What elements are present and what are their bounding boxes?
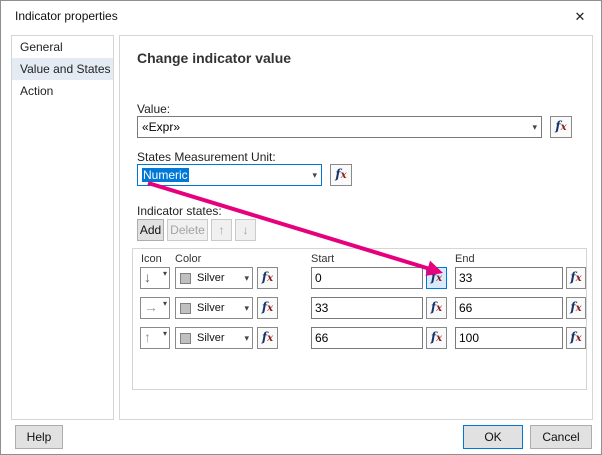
color-name: Silver [197,332,225,344]
indicator-states-label: Indicator states: [137,204,222,218]
start-input[interactable] [311,327,423,349]
end-fx-button[interactable]: fx [566,297,586,319]
table-row: → ▾ Silver ▾ fx fx fx [133,297,586,319]
move-up-button[interactable]: ↑ [211,219,232,241]
value-combobox-text: «Expr» [142,120,181,134]
fx-icon-sub: x [267,333,274,344]
chevron-down-icon: ▾ [162,329,167,338]
value-label: Value: [137,102,171,116]
help-button[interactable]: Help [15,425,63,449]
start-fx-button[interactable]: fx [426,297,447,319]
page-title: Change indicator value [137,50,292,66]
icon-dropdown[interactable]: ↓ ▾ [140,267,170,289]
ok-button[interactable]: OK [463,425,523,449]
cancel-button[interactable]: Cancel [530,425,592,449]
color-dropdown[interactable]: Silver ▾ [175,297,253,319]
end-input[interactable] [455,267,563,289]
silver-color-swatch [180,273,191,284]
add-button[interactable]: Add [137,219,164,241]
main-panel: Change indicator value Value: «Expr» ▾ f… [119,35,593,420]
dialog-title: Indicator properties [15,9,118,23]
fx-icon-sub: x [575,303,582,314]
sidebar-item-general[interactable]: General [12,36,113,58]
color-name: Silver [197,272,225,284]
silver-color-swatch [180,333,191,344]
fx-icon-sub: x [575,333,582,344]
fx-icon-sub: x [436,333,443,344]
chevron-down-icon: ▾ [312,170,317,180]
chevron-down-icon: ▾ [162,269,167,278]
column-header-start: Start [311,253,335,265]
chevron-down-icon: ▾ [244,303,249,313]
value-expression-fx-button[interactable]: fx [550,116,572,138]
indicator-states-table: Icon Color Start End ↓ ▾ Silver ▾ fx fx [132,248,587,390]
close-icon[interactable]: ✕ [571,8,589,26]
color-dropdown[interactable]: Silver ▾ [175,267,253,289]
indicator-properties-dialog: Indicator properties ✕ General Value and… [0,0,602,455]
column-header-end: End [455,253,475,265]
table-row: ↑ ▾ Silver ▾ fx fx fx [133,327,586,349]
chevron-down-icon: ▾ [532,122,537,132]
unit-label: States Measurement Unit: [137,150,276,164]
sidebar: General Value and States Action [11,35,114,420]
chevron-down-icon: ▾ [162,299,167,308]
fx-icon-sub: x [436,303,443,314]
end-input[interactable] [455,297,563,319]
right-arrow-icon: → [144,299,158,315]
start-fx-button[interactable]: fx [426,267,447,289]
title-bar: Indicator properties ✕ [1,1,601,31]
column-header-color: Color [175,253,202,265]
fx-icon-sub: x [267,303,274,314]
color-fx-button[interactable]: fx [257,267,278,289]
start-input[interactable] [311,267,423,289]
delete-button[interactable]: Delete [167,219,208,241]
move-down-button[interactable]: ↓ [235,219,256,241]
fx-icon-sub: x [436,273,443,284]
unit-combobox[interactable]: Numeric ▾ [137,164,322,186]
table-row: ↓ ▾ Silver ▾ fx fx fx [133,267,586,289]
color-name: Silver [197,302,225,314]
sidebar-item-action[interactable]: Action [12,80,113,102]
up-arrow-icon: ↑ [218,223,225,237]
color-dropdown[interactable]: Silver ▾ [175,327,253,349]
value-combobox[interactable]: «Expr» ▾ [137,116,542,138]
fx-icon-sub: x [575,273,582,284]
down-arrow-icon: ↓ [242,223,249,237]
column-header-icon: Icon [141,253,162,265]
fx-icon-sub: x [267,273,274,284]
color-fx-button[interactable]: fx [257,327,278,349]
unit-combobox-text: Numeric [142,168,189,182]
start-input[interactable] [311,297,423,319]
end-fx-button[interactable]: fx [566,327,586,349]
color-fx-button[interactable]: fx [257,297,278,319]
unit-expression-fx-button[interactable]: fx [330,164,352,186]
icon-dropdown[interactable]: → ▾ [140,297,170,319]
silver-color-swatch [180,303,191,314]
sidebar-item-value-and-states[interactable]: Value and States [12,58,113,80]
end-fx-button[interactable]: fx [566,267,586,289]
chevron-down-icon: ▾ [244,333,249,343]
fx-icon-sub: x [340,170,347,181]
chevron-down-icon: ▾ [244,273,249,283]
icon-dropdown[interactable]: ↑ ▾ [140,327,170,349]
up-arrow-icon: ↑ [144,329,151,345]
down-arrow-icon: ↓ [144,269,151,285]
fx-icon-sub: x [560,122,567,133]
end-input[interactable] [455,327,563,349]
start-fx-button[interactable]: fx [426,327,447,349]
